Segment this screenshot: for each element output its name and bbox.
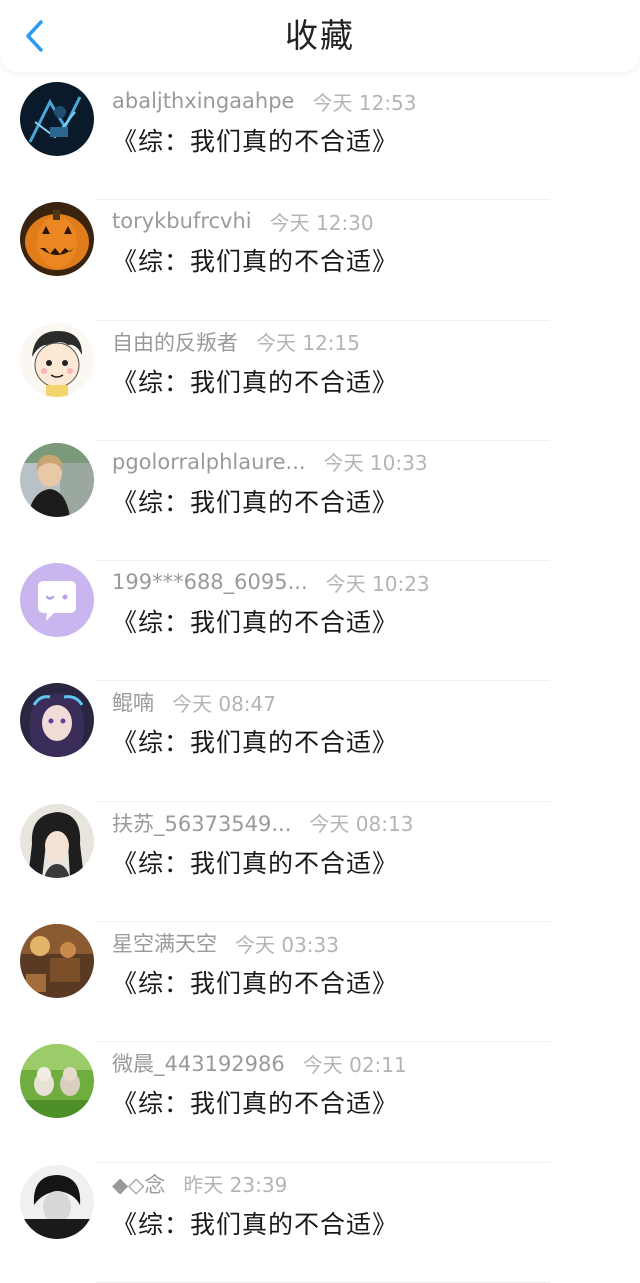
- timestamp: 今天 02:11: [302, 1052, 407, 1077]
- favorites-list: abaljthxingaahpe 今天 12:53 《综：我们真的不合适》 to…: [0, 80, 640, 1283]
- avatar[interactable]: [20, 82, 94, 156]
- username: 扶苏_56373549...: [112, 811, 292, 836]
- list-item[interactable]: 扶苏_56373549... 今天 08:13 《综：我们真的不合适》: [0, 802, 640, 923]
- book-title: 《综：我们真的不合适》: [112, 728, 399, 758]
- list-item[interactable]: abaljthxingaahpe 今天 12:53 《综：我们真的不合适》: [0, 80, 640, 201]
- avatar[interactable]: [20, 322, 94, 397]
- page-title: 收藏: [285, 16, 355, 55]
- timestamp: 今天 12:53: [312, 90, 417, 115]
- timestamp: 今天 08:47: [172, 691, 276, 716]
- avatar[interactable]: [20, 683, 94, 758]
- book-title: 《综：我们真的不合适》: [112, 848, 399, 878]
- book-title: 《综：我们真的不合适》: [112, 127, 399, 156]
- username: 星空满天空: [112, 932, 217, 957]
- timestamp: 今天 12:30: [269, 210, 374, 235]
- username: 微晨_443192986: [112, 1052, 285, 1077]
- avatar[interactable]: [20, 202, 94, 277]
- username: torykbufrcvhi: [112, 209, 252, 234]
- username: 199***688_6095...: [112, 570, 308, 595]
- book-title: 《综：我们真的不合适》: [112, 367, 399, 397]
- book-title: 《综：我们真的不合适》: [112, 1089, 399, 1119]
- username: 鲲喃: [112, 691, 154, 716]
- avatar[interactable]: [20, 1044, 94, 1119]
- list-item[interactable]: 自由的反叛者 今天 12:15 《综：我们真的不合适》: [0, 321, 640, 441]
- top-bar: 收藏: [0, 0, 640, 72]
- avatar[interactable]: [20, 1164, 94, 1239]
- avatar[interactable]: [20, 924, 94, 999]
- list-item[interactable]: ◆◇念 昨天 23:39 《综：我们真的不合适》: [0, 1163, 640, 1283]
- timestamp: 今天 12:15: [256, 331, 360, 356]
- timestamp: 今天 10:33: [323, 451, 428, 476]
- book-title: 《综：我们真的不合适》: [112, 487, 399, 517]
- timestamp: 昨天 23:39: [183, 1173, 288, 1198]
- book-title: 《综：我们真的不合适》: [112, 608, 399, 638]
- book-title: 《综：我们真的不合适》: [112, 1209, 399, 1239]
- list-item[interactable]: 鲲喃 今天 08:47 《综：我们真的不合适》: [0, 681, 640, 802]
- timestamp: 今天 03:33: [235, 932, 339, 957]
- avatar[interactable]: [20, 442, 94, 517]
- book-title: 《综：我们真的不合适》: [112, 969, 399, 999]
- list-item[interactable]: 199***688_6095... 今天 10:23 《综：我们真的不合适》: [0, 561, 640, 682]
- username: ◆◇念: [112, 1172, 166, 1197]
- timestamp: 今天 08:13: [309, 812, 414, 837]
- book-title: 《综：我们真的不合适》: [112, 247, 399, 277]
- list-item[interactable]: 星空满天空 今天 03:33 《综：我们真的不合适》: [0, 922, 640, 1043]
- list-item[interactable]: torykbufrcvhi 今天 12:30 《综：我们真的不合适》: [0, 200, 640, 321]
- username: abaljthxingaahpe: [112, 89, 295, 113]
- username: pgolorralphlaure...: [112, 449, 306, 474]
- timestamp: 今天 10:23: [325, 571, 430, 596]
- avatar[interactable]: [20, 803, 94, 878]
- username: 自由的反叛者: [112, 330, 238, 355]
- list-item[interactable]: pgolorralphlaure... 今天 10:33 《综：我们真的不合适》: [0, 441, 640, 562]
- list-item[interactable]: 微晨_443192986 今天 02:11 《综：我们真的不合适》: [0, 1042, 640, 1163]
- avatar[interactable]: [20, 563, 94, 638]
